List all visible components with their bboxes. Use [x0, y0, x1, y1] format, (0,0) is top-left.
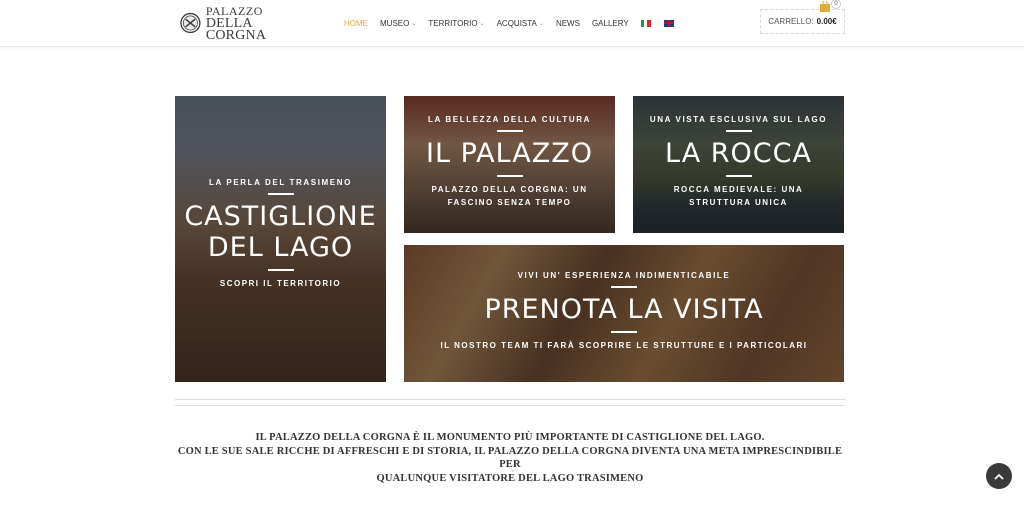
nav-label: GALLERY	[591, 18, 629, 28]
nav-label: TERRITORIO	[428, 18, 478, 28]
tile-il-palazzo[interactable]: LA BELLEZZA DELLA CULTURA IL PALAZZO PAL…	[404, 96, 615, 233]
uk-flag-icon[interactable]	[663, 19, 674, 27]
intro-line-1: IL PALAZZO DELLA CORGNA È IL MONUMENTO P…	[255, 432, 765, 443]
nav-item-territorio[interactable]: TERRITORIO ⌄	[428, 19, 484, 28]
cart-label: CARRELLO:	[768, 17, 814, 26]
chevron-down-icon: ⌄	[411, 20, 417, 27]
nav-label: NEWS	[555, 18, 580, 28]
tile-subtitle: IL NOSTRO TEAM TI FARÀ SCOPRIRE LE STRUT…	[440, 341, 808, 351]
nav-label: HOME	[344, 18, 368, 28]
divider-rule	[267, 193, 294, 195]
shopping-bag-icon[interactable]	[819, 1, 831, 12]
intro-text: IL PALAZZO DELLA CORGNA È IL MONUMENTO P…	[175, 431, 845, 485]
tile-kicker: LA BELLEZZA DELLA CULTURA	[428, 115, 591, 124]
tile-title-line-1: CASTIGLIONE	[184, 201, 377, 232]
nav-item-gallery[interactable]: GALLERY	[592, 19, 629, 28]
tile-kicker: VIVI UN' ESPERIENZA INDIMENTICABILE	[517, 271, 731, 280]
tile-castiglione-del-lago[interactable]: LA PERLA DEL TRASIMENO CASTIGLIONE DEL L…	[175, 96, 386, 382]
tile-title-line-2: DEL LAGO	[207, 232, 354, 264]
it-flag-icon[interactable]	[640, 19, 651, 27]
tile-title: LA ROCCA	[665, 138, 812, 169]
tile-subtitle: SCOPRI IL TERRITORIO	[219, 279, 342, 289]
nav-item-home[interactable]: HOME	[344, 19, 368, 28]
chevron-down-icon: ⌄	[479, 20, 485, 27]
coat-of-arms-icon	[180, 12, 201, 34]
divider-rule	[496, 130, 523, 132]
site-header: PALAZZO DELLA CORGNA HOME MUSEO ⌄ TERRITO…	[0, 0, 1024, 47]
site-logo[interactable]: PALAZZO DELLA CORGNA	[180, 3, 310, 43]
chevron-up-icon	[994, 473, 1004, 480]
tile-title: IL PALAZZO	[426, 138, 593, 169]
nav-label: MUSEO	[380, 18, 410, 28]
divider-rule	[611, 331, 637, 334]
cart-total: 0.00€	[816, 17, 837, 26]
nav-item-news[interactable]: NEWS	[556, 19, 580, 28]
section-divider	[175, 405, 845, 406]
tile-kicker: LA PERLA DEL TRASIMENO	[209, 178, 352, 187]
cart-button[interactable]: CARRELLO: 0.00€	[760, 9, 845, 34]
logo-line-2: DELLA CORGNA	[205, 15, 267, 43]
tile-prenota-la-visita[interactable]: VIVI UN' ESPERIENZA INDIMENTICABILE PREN…	[404, 245, 844, 382]
divider-rule	[496, 175, 523, 178]
tile-title: PRENOTA LA VISITA	[484, 294, 764, 325]
nav-item-acquista[interactable]: ACQUISTA ⌄	[497, 19, 544, 28]
nav-label: ACQUISTA	[496, 18, 537, 28]
chevron-down-icon: ⌄	[538, 20, 544, 27]
tile-subtitle-line-2: FASCINO SENZA TEMPO	[447, 198, 572, 208]
tile-subtitle-line-1: ROCCA MEDIEVALE: UNA	[673, 185, 804, 195]
section-divider	[175, 399, 845, 400]
divider-rule	[725, 130, 752, 132]
tile-la-rocca[interactable]: UNA VISTA ESCLUSIVA SUL LAGO LA ROCCA RO…	[633, 96, 844, 233]
tile-kicker: UNA VISTA ESCLUSIVA SUL LAGO	[649, 115, 828, 124]
intro-tick: ’	[512, 469, 514, 478]
intro-line-3: QUALUNQUE VISITATORE DEL LAGO TRASIMENO	[376, 472, 644, 484]
divider-rule	[611, 286, 637, 288]
tile-subtitle-line-1: PALAZZO DELLA CORGNA: UN	[431, 185, 588, 195]
main-nav: HOME MUSEO ⌄ TERRITORIO ⌄ ACQUISTA ⌄ NEWS G…	[344, 17, 687, 29]
nav-item-museo[interactable]: MUSEO ⌄	[380, 19, 416, 28]
intro-line-2: CON LE SUE SALE RICCHE DI AFFRESCHI E DI…	[177, 445, 843, 471]
back-to-top-button[interactable]	[986, 463, 1012, 489]
divider-rule	[725, 175, 752, 178]
tile-subtitle-line-2: STRUTTURA UNICA	[689, 198, 788, 208]
logo-line-1: PALAZZO	[205, 3, 263, 18]
cart-count-badge: 0	[831, 0, 841, 9]
divider-rule	[267, 269, 294, 272]
